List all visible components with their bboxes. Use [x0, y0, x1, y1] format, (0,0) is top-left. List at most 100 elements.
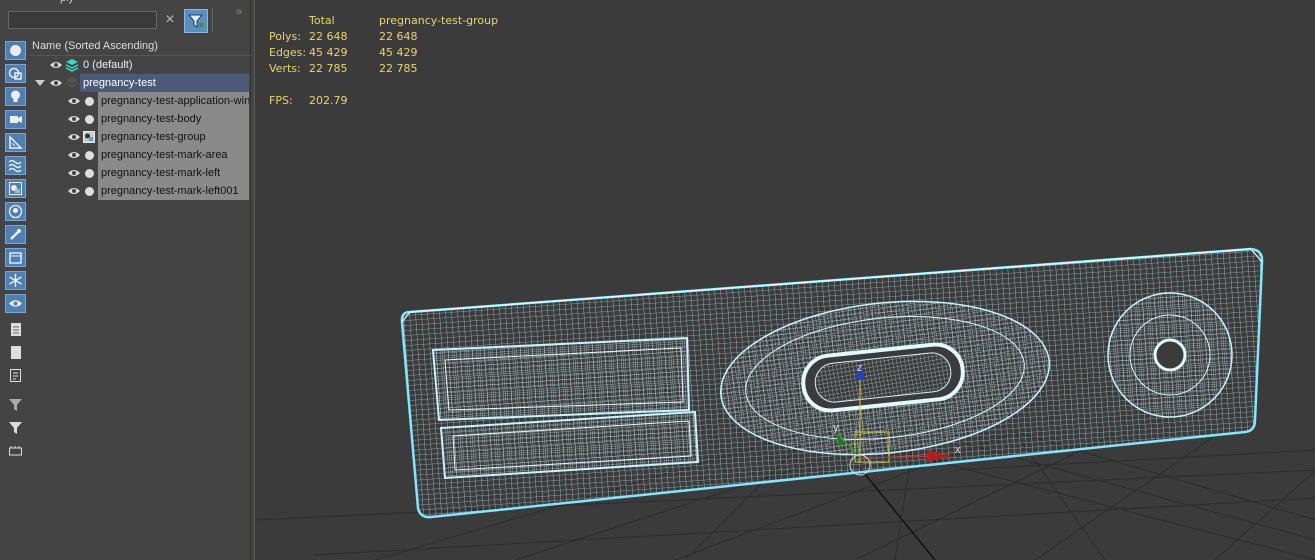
- tree-item-label: pregnancy-test-group: [98, 128, 249, 146]
- eye-icon[interactable]: [68, 132, 80, 142]
- stats-edges-label: Edges:: [269, 46, 307, 59]
- scene-explorer-panel: ply × »: [0, 0, 251, 560]
- stats-polys-label: Polys:: [269, 30, 301, 43]
- select-none-button[interactable]: [5, 344, 26, 363]
- eye-icon[interactable]: [68, 114, 80, 124]
- tree-item-label: pregnancy-test-mark-area: [98, 146, 249, 164]
- tree-row-child[interactable]: pregnancy-test-mark-area: [30, 146, 249, 164]
- invert-selection-button[interactable]: [5, 367, 26, 386]
- collapse-arrow-icon[interactable]: [35, 80, 45, 86]
- gizmo-y-label: y: [833, 422, 839, 434]
- hidden-icon: [9, 300, 22, 307]
- display-geometry-button[interactable]: [5, 41, 26, 60]
- eye-icon[interactable]: [68, 150, 80, 160]
- helper-icon: [9, 135, 23, 149]
- stats-fps-label: FPS:: [269, 94, 293, 107]
- display-frozen-button[interactable]: [5, 271, 26, 290]
- perspective-viewport[interactable]: x y z Total pregnancy-test-group Polys: …: [254, 0, 1315, 560]
- camera-icon: [10, 116, 22, 123]
- tree-row-child[interactable]: pregnancy-test-body: [30, 110, 249, 128]
- stats-edges-object: 45 429: [379, 46, 418, 59]
- spacewarp-icon: [8, 159, 22, 173]
- tree-item-label: pregnancy-test-mark-left001: [98, 182, 249, 200]
- select-all-button[interactable]: [5, 321, 26, 340]
- invert-document-icon: [10, 369, 21, 382]
- stats-edges-total: 45 429: [309, 46, 348, 59]
- stats-header-object: pregnancy-test-group: [379, 14, 499, 27]
- frozen-icon: [9, 274, 22, 287]
- stats-polys-total: 22 648: [309, 30, 348, 43]
- filter-icon: [9, 422, 22, 434]
- stats-verts-label: Verts:: [269, 62, 301, 75]
- tree-item-label: pregnancy-test: [80, 74, 249, 92]
- tree-row-child[interactable]: pregnancy-test-mark-left001: [30, 182, 249, 200]
- tree-item-label: 0 (default): [83, 59, 133, 71]
- filter-icon: [187, 14, 204, 28]
- tree-row-child[interactable]: pregnancy-test-application-window: [30, 92, 249, 110]
- tree-item-label: pregnancy-test-application-window: [98, 92, 249, 110]
- bone-icon: [10, 229, 21, 240]
- object-icon: [85, 97, 94, 106]
- column-header-name[interactable]: Name (Sorted Ascending): [30, 38, 251, 56]
- search-input[interactable]: [8, 11, 157, 29]
- group-icon: [83, 131, 95, 143]
- display-hidden-button[interactable]: [5, 294, 26, 313]
- object-icon: [85, 169, 94, 178]
- toolbar-separator: [212, 8, 213, 32]
- tree-row-child[interactable]: pregnancy-test-mark-left: [30, 164, 249, 182]
- object-icon: [85, 115, 94, 124]
- pregnancy-test-wireframe: [400, 247, 1264, 519]
- layer-options-button[interactable]: [5, 442, 26, 461]
- object-icon: [85, 187, 94, 196]
- stats-polys-object: 22 648: [379, 30, 418, 43]
- shapes-icon: [8, 67, 22, 80]
- eye-icon[interactable]: [50, 78, 62, 88]
- filter-toolbar: [0, 38, 31, 560]
- search-bar: ply × »: [0, 0, 250, 38]
- display-groups-button[interactable]: [5, 179, 26, 198]
- group-icon: [9, 182, 22, 195]
- eye-icon[interactable]: [68, 168, 80, 178]
- gizmo-x-label: x: [955, 444, 961, 456]
- funnel-icon: [9, 399, 22, 411]
- close-icon: ×: [165, 11, 175, 28]
- eye-icon[interactable]: [68, 186, 80, 196]
- panel-title: ply: [60, 0, 74, 4]
- display-shapes-button[interactable]: [5, 64, 26, 83]
- expand-panel-icon[interactable]: »: [236, 6, 242, 18]
- display-helpers-button[interactable]: [5, 133, 26, 152]
- stats-fps-value: 202.79: [309, 94, 348, 107]
- stats-verts-total: 22 785: [309, 62, 348, 75]
- container-icon: [9, 252, 22, 264]
- scene-tree: Name (Sorted Ascending) 0 (default) preg…: [30, 38, 251, 560]
- stats-header-total: Total: [309, 14, 335, 27]
- document-icon: [11, 323, 21, 336]
- display-spacewarps-button[interactable]: [5, 156, 26, 175]
- layer-stack-icon: [65, 59, 79, 72]
- display-xrefs-button[interactable]: [5, 202, 26, 221]
- gizmo-z-label: z: [857, 362, 863, 374]
- sphere-icon: [10, 45, 21, 56]
- layer-stack-icon: [65, 77, 79, 87]
- display-cameras-button[interactable]: [5, 110, 26, 129]
- light-icon: [11, 90, 20, 102]
- display-bones-button[interactable]: [5, 225, 26, 244]
- display-containers-button[interactable]: [5, 248, 26, 267]
- tree-item-label: pregnancy-test-body: [98, 110, 249, 128]
- tree-row-child[interactable]: pregnancy-test-group: [30, 128, 249, 146]
- viewport-scene: [255, 247, 1315, 560]
- eye-icon[interactable]: [50, 60, 62, 70]
- xref-icon: [8, 204, 23, 219]
- filter-options-button[interactable]: [5, 396, 26, 415]
- stats-verts-object: 22 785: [379, 62, 418, 75]
- tree-row-default-layer[interactable]: 0 (default): [30, 56, 249, 74]
- eye-icon[interactable]: [68, 96, 80, 106]
- tree-item-label: pregnancy-test-mark-left: [98, 164, 249, 182]
- clear-search-button[interactable]: ×: [160, 10, 180, 30]
- page-icon: [11, 346, 21, 359]
- tree-row-parent[interactable]: pregnancy-test: [30, 74, 249, 92]
- filter-toggle-button[interactable]: [184, 9, 208, 33]
- display-lights-button[interactable]: [5, 87, 26, 106]
- object-icon: [85, 151, 94, 160]
- filter-button[interactable]: [5, 419, 26, 438]
